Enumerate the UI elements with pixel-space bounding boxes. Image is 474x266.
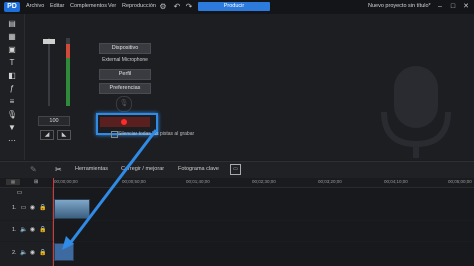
voice-over-icon[interactable]: 🎙 <box>6 110 18 120</box>
title-room-icon[interactable]: T <box>6 58 18 68</box>
track-visibility-icon[interactable]: ◉ <box>29 205 36 212</box>
timecode: 00;02;30;00 <box>252 179 276 184</box>
menu-reproduccion[interactable]: Reproducción <box>122 3 156 9</box>
microphone-name: External Microphone <box>102 57 148 63</box>
timecode: 00;04;10;00 <box>384 179 408 184</box>
device-button[interactable]: Dispositivo <box>99 43 151 54</box>
transition-room-icon[interactable]: ◧ <box>6 71 18 81</box>
redo-icon[interactable]: ↷ <box>184 2 194 12</box>
more-rooms-icon[interactable]: ⋯ <box>6 136 18 146</box>
effects-icon[interactable]: ƒ <box>6 84 18 94</box>
audio-track-icon: 🔈 <box>20 227 28 233</box>
timeline-preview-icon[interactable]: ▭ <box>230 164 241 175</box>
close-icon[interactable]: ✕ <box>460 1 472 12</box>
settings-icon[interactable]: ⚙ <box>158 2 168 12</box>
media-room-icon[interactable]: ▤ <box>6 19 18 29</box>
produce-tab[interactable]: Producir <box>198 2 270 11</box>
timecode: 00;03;20;00 <box>318 179 342 184</box>
project-title: Nuevo proyecto sin título* <box>368 3 431 9</box>
chapter-icon[interactable]: ▼ <box>6 123 18 133</box>
lock-icon[interactable]: 🔒 <box>39 250 46 257</box>
level-meter-peak <box>66 44 70 58</box>
audio-mixing-icon[interactable]: ≡ <box>6 97 18 107</box>
pen-icon[interactable]: ✎ <box>30 165 37 174</box>
annotation-arrow <box>62 129 158 250</box>
volume-field[interactable]: 100 <box>38 116 70 126</box>
track-header-video-1 <box>0 188 53 220</box>
fx-room-icon[interactable]: ▦ <box>6 32 18 42</box>
maximize-icon[interactable]: □ <box>447 1 459 12</box>
video-track-icon: ▭ <box>16 190 23 196</box>
track-manager-icon[interactable]: ▤ <box>6 179 20 185</box>
preferences-button[interactable]: Preferencias <box>99 83 151 94</box>
track-number: 1. <box>12 227 17 233</box>
track-visibility-icon[interactable]: ◉ <box>29 250 36 257</box>
menu-editar[interactable]: Editar <box>50 3 64 9</box>
lock-icon[interactable]: 🔒 <box>39 205 46 212</box>
tab-fotograma[interactable]: Fotograma clave <box>178 166 219 172</box>
undo-icon[interactable]: ↶ <box>172 2 182 12</box>
pip-room-icon[interactable]: ▣ <box>6 45 18 55</box>
track-number: 2. <box>12 250 17 256</box>
track-visibility-icon[interactable]: ◉ <box>29 227 36 234</box>
minimize-icon[interactable]: – <box>434 1 446 12</box>
microphone-icon: 🎙 <box>116 96 132 112</box>
lock-icon[interactable]: 🔒 <box>39 227 46 234</box>
timecode: 00;05;00;00 <box>448 179 472 184</box>
menu-ver[interactable]: Ver <box>108 3 116 9</box>
fade-in-icon[interactable]: ◢ <box>40 130 54 140</box>
snap-icon[interactable]: ⊞ <box>34 179 38 185</box>
menu-complementos[interactable]: Complementos <box>70 3 107 9</box>
audio-track-icon: 🔈 <box>20 250 28 256</box>
playhead[interactable] <box>53 178 54 266</box>
record-icon[interactable] <box>121 119 127 125</box>
level-meter-fill <box>66 58 70 106</box>
video-track-icon: ▭ <box>20 205 27 211</box>
timecode: 00;01;40;00 <box>186 179 210 184</box>
menu-archivo[interactable]: Archivo <box>26 3 44 9</box>
volume-slider-handle[interactable] <box>43 39 55 44</box>
profile-button[interactable]: Perfil <box>99 69 151 80</box>
track-number: 1. <box>12 205 17 211</box>
volume-slider-track[interactable] <box>48 38 50 106</box>
app-logo: PD <box>4 2 20 12</box>
microphone-watermark-icon <box>381 66 451 158</box>
